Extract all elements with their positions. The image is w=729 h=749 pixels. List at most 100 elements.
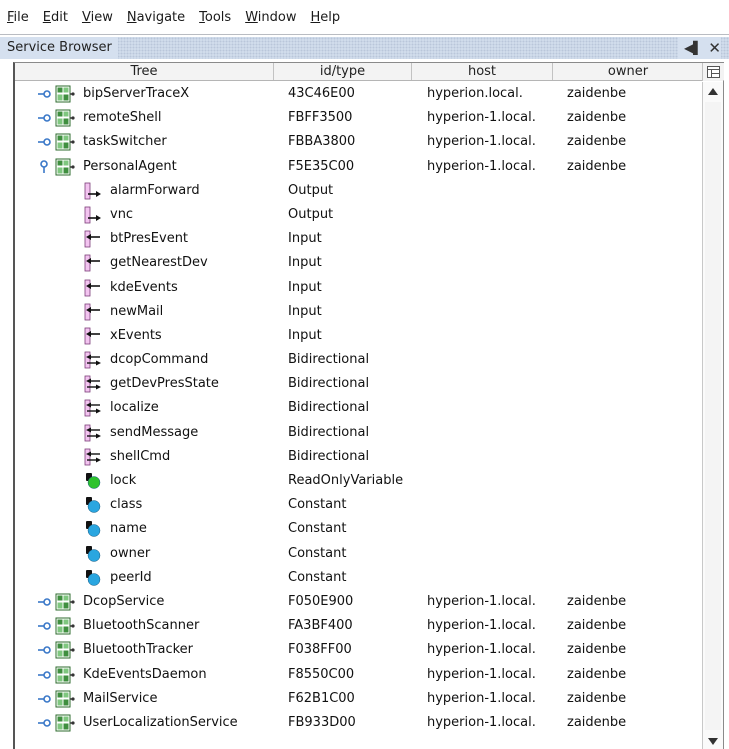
owner-cell: zaidenbe <box>567 86 627 101</box>
owner-cell: zaidenbe <box>567 110 627 126</box>
id-type-cell: FBBA3800 <box>288 134 356 150</box>
menu-label-rest: elp <box>320 9 341 25</box>
menu-mnemonic: V <box>81 9 91 25</box>
service-row[interactable]: BluetoothScanner FA3BF400 hyperion-1.local… <box>15 614 705 638</box>
table-header: Tree id/type host owner <box>15 63 724 81</box>
member-row[interactable]: owner Constant <box>15 542 705 566</box>
menu-navigate[interactable]: Navigate <box>127 10 185 25</box>
host-cell: hyperion-1.local. <box>427 158 536 174</box>
column-header-host[interactable]: host <box>412 63 553 80</box>
member-name: sendMessage <box>110 424 199 440</box>
member-row[interactable]: class Constant <box>15 493 705 517</box>
service-icon <box>55 690 75 708</box>
member-row[interactable]: kdeEvents Input <box>15 276 705 300</box>
member-row[interactable]: lock ReadOnlyVariable <box>15 469 705 493</box>
collapsed-toggle-icon[interactable] <box>37 595 51 609</box>
service-name: BluetoothTracker <box>83 642 194 658</box>
menu-mnemonic: E <box>42 9 51 25</box>
menu-window[interactable]: Window <box>245 10 296 25</box>
id-type-cell: Bidirectional <box>288 424 370 440</box>
member-name: alarmForward <box>110 182 200 198</box>
menu-help[interactable]: Help <box>310 10 340 25</box>
owner-cell: zaidenbe <box>567 714 627 730</box>
column-header-owner[interactable]: owner <box>553 63 704 80</box>
member-row[interactable]: name Constant <box>15 517 705 541</box>
id-type-cell: Output <box>288 182 334 198</box>
collapsed-toggle-icon[interactable] <box>37 692 51 706</box>
service-row[interactable]: PersonalAgent F5E35C00 hyperion-1.local. za… <box>15 155 705 179</box>
member-name: owner <box>110 545 151 561</box>
host-cell: hyperion-1.local. <box>427 134 536 150</box>
owner-cell: zaidenbe <box>567 690 627 706</box>
id-type-cell: ReadOnlyVariable <box>288 473 404 488</box>
service-name: MailService <box>83 690 158 706</box>
member-row[interactable]: alarmForward Output <box>15 179 705 203</box>
host-cell: hyperion-1.local. <box>427 666 536 682</box>
service-icon <box>55 158 75 176</box>
input-port-icon <box>84 303 102 321</box>
menu-view[interactable]: View <box>82 10 113 25</box>
host-cell: hyperion-1.local. <box>427 642 536 658</box>
service-row[interactable]: KdeEventsDaemon F8550C00 hyperion-1.local.… <box>15 663 705 687</box>
member-row[interactable]: sendMessage Bidirectional <box>15 421 705 445</box>
vertical-scrollbar[interactable] <box>702 82 723 749</box>
member-row[interactable]: getNearestDev Input <box>15 251 705 275</box>
member-row[interactable]: newMail Input <box>15 300 705 324</box>
bidirectional-port-icon <box>84 375 102 393</box>
member-row[interactable]: btPresEvent Input <box>15 227 705 251</box>
owner-cell: zaidenbe <box>567 158 627 174</box>
menu-label-rest: ools <box>204 9 232 25</box>
id-type-cell: Input <box>288 255 322 271</box>
member-row[interactable]: vnc Output <box>15 203 705 227</box>
id-type-cell: Constant <box>288 521 347 537</box>
menu-tools[interactable]: Tools <box>199 10 231 25</box>
member-name: xEvents <box>110 327 162 343</box>
tree-table: Tree id/type host owner bipServerTraceX 4… <box>13 62 724 749</box>
collapsed-toggle-icon[interactable] <box>37 643 51 657</box>
menu-label-rest: iew <box>90 9 113 25</box>
service-row[interactable]: UserLocalizationService FB933D00 hyperion-… <box>15 711 705 735</box>
member-row[interactable]: getDevPresState Bidirectional <box>15 372 705 396</box>
member-row[interactable]: shellCmd Bidirectional <box>15 445 705 469</box>
member-row[interactable]: dcopCommand Bidirectional <box>15 348 705 372</box>
service-row[interactable]: bipServerTraceX 43C46E00 hyperion.local. za… <box>15 82 705 106</box>
member-name: shellCmd <box>110 448 171 464</box>
collapsed-toggle-icon[interactable] <box>37 716 51 730</box>
service-row[interactable]: remoteShell FBFF3500 hyperion-1.local. zaid… <box>15 106 705 130</box>
id-type-cell: Constant <box>288 545 347 561</box>
column-chooser-icon[interactable] <box>702 63 723 81</box>
expanded-toggle-icon[interactable] <box>37 159 51 174</box>
collapsed-toggle-icon[interactable] <box>37 87 51 101</box>
collapsed-toggle-icon[interactable] <box>37 668 51 682</box>
id-type-cell: F5E35C00 <box>288 158 355 174</box>
owner-cell: zaidenbe <box>567 666 627 682</box>
service-icon <box>55 666 75 684</box>
minimize-panel-icon[interactable]: ◀▌ <box>684 41 702 55</box>
menu-label-rest: ile <box>13 9 29 25</box>
close-icon[interactable]: ✕ <box>708 39 721 57</box>
collapsed-toggle-icon[interactable] <box>37 111 51 125</box>
service-row[interactable]: taskSwitcher FBBA3800 hyperion-1.local. zai… <box>15 130 705 154</box>
member-row[interactable]: xEvents Input <box>15 324 705 348</box>
member-row[interactable]: localize Bidirectional <box>15 396 705 420</box>
member-row[interactable]: peerId Constant <box>15 566 705 590</box>
column-header-tree[interactable]: Tree <box>15 63 274 80</box>
menu-edit[interactable]: Edit <box>43 10 68 25</box>
column-header-id-type[interactable]: id/type <box>274 63 412 80</box>
scroll-down-arrow-icon[interactable] <box>703 732 723 749</box>
service-row[interactable]: BluetoothTracker F038FF00 hyperion-1.local… <box>15 638 705 662</box>
scroll-track[interactable] <box>705 102 721 730</box>
scroll-up-arrow-icon[interactable] <box>703 82 723 100</box>
service-row[interactable]: MailService F62B1C00 hyperion-1.local. zaid… <box>15 687 705 711</box>
id-type-cell: Output <box>288 206 334 222</box>
collapsed-toggle-icon[interactable] <box>37 135 51 149</box>
input-port-icon <box>84 230 102 248</box>
service-row[interactable]: DcopService F050E900 hyperion-1.local. zaid… <box>15 590 705 614</box>
constant-icon <box>84 545 102 563</box>
menu-file[interactable]: File <box>7 10 29 25</box>
service-name: bipServerTraceX <box>83 86 190 101</box>
collapsed-toggle-icon[interactable] <box>37 619 51 633</box>
member-name: newMail <box>110 303 164 319</box>
panel-title-bar: Service Browser ◀▌ ✕ <box>0 37 729 59</box>
read-only-variable-icon <box>84 472 102 490</box>
